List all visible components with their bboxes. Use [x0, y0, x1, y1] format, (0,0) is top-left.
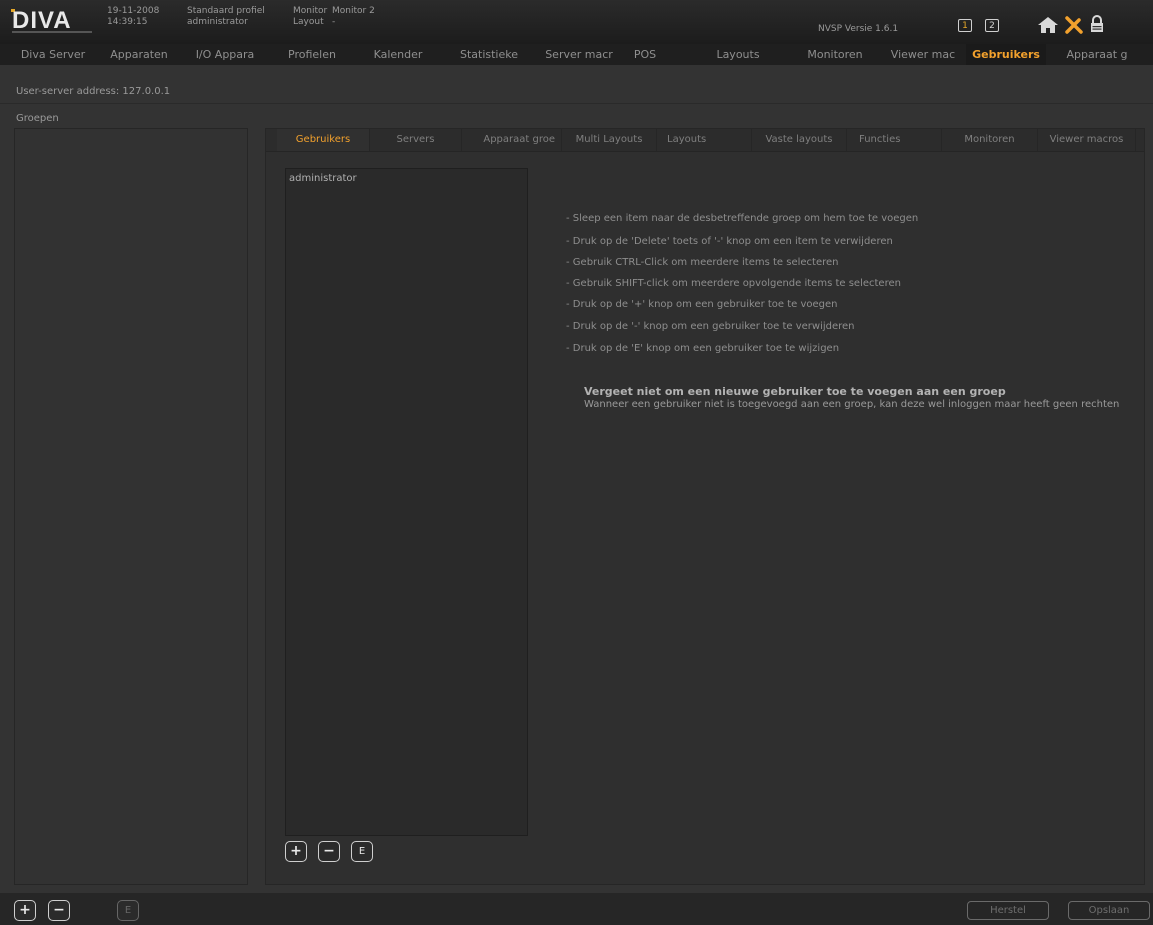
server-address: User-server address: 127.0.0.1 [16, 86, 171, 97]
subtab-monitoren[interactable]: Monitoren [942, 129, 1038, 151]
nav-tab-server-macros[interactable]: Server macr [536, 44, 622, 65]
remove-group-button[interactable]: − [48, 900, 70, 921]
add-user-button[interactable]: + [285, 841, 307, 862]
top-header: DIVA 19-11-2008 14:39:15 Standaard profi… [0, 0, 1153, 44]
instruction-line: - Druk op de 'E' knop om een gebruiker t… [566, 343, 840, 354]
opslaan-button[interactable]: Opslaan [1068, 901, 1150, 920]
remove-user-button[interactable]: − [318, 841, 340, 862]
nav-tab-diva-server[interactable]: Diva Server [8, 44, 98, 65]
nav-tab-pos[interactable]: POS [622, 44, 668, 65]
header-profile: Standaard profiel [187, 6, 265, 16]
diva-logo: DIVA [11, 7, 92, 34]
tools-icon[interactable] [1064, 15, 1084, 35]
instruction-line: - Gebruik SHIFT-click om meerdere opvolg… [566, 278, 901, 289]
subtab-functies[interactable]: Functies [847, 129, 942, 151]
lock-icon[interactable] [1090, 14, 1104, 34]
groups-label: Groepen [16, 113, 59, 124]
home-icon[interactable] [1036, 16, 1060, 34]
subtab-multi-layouts[interactable]: Multi Layouts [562, 129, 657, 151]
nav-tab-viewer-macros[interactable]: Viewer mac [880, 44, 966, 65]
subtab-gebruikers[interactable]: Gebruikers [277, 129, 370, 151]
list-item[interactable]: administrator [289, 173, 357, 184]
herstel-button[interactable]: Herstel [967, 901, 1049, 920]
instruction-line: - Gebruik CTRL-Click om meerdere items t… [566, 257, 839, 268]
note-title: Vergeet niet om een nieuwe gebruiker toe… [584, 385, 1006, 398]
header-layout-value: - [332, 17, 336, 27]
address-bar [0, 65, 1153, 104]
monitor-2-button[interactable]: 2 [985, 19, 999, 32]
nav-tab-profielen[interactable]: Profielen [270, 44, 354, 65]
nav-tab-statistieken[interactable]: Statistieke [442, 44, 536, 65]
header-time: 14:39:15 [107, 17, 148, 27]
groups-list[interactable] [14, 128, 248, 885]
instruction-line: - Druk op de '-' knop om een gebruiker t… [566, 321, 855, 332]
subtab-apparaat-groepen[interactable]: Apparaat groe [462, 129, 562, 151]
instruction-line: - Druk op de 'Delete' toets of '-' knop … [566, 236, 893, 247]
version-label: NVSP Versie 1.6.1 [818, 24, 899, 34]
note-text: Wanneer een gebruiker niet is toegevoegd… [584, 399, 1120, 410]
instruction-line: - Sleep een item naar de desbetreffende … [566, 213, 919, 224]
subtab-vaste-layouts[interactable]: Vaste layouts [752, 129, 847, 151]
header-layout-label: Layout [293, 17, 324, 27]
nav-tab-apparaat-groepen[interactable]: Apparaat g [1050, 44, 1144, 65]
header-date: 19-11-2008 [107, 6, 160, 16]
header-monitor-label: Monitor [293, 6, 328, 16]
nav-tab-gebruikers[interactable]: Gebruikers [966, 44, 1046, 65]
nav-tab-monitoren[interactable]: Monitoren [790, 44, 880, 65]
user-list[interactable] [285, 168, 528, 836]
header-monitor-value: Monitor 2 [332, 6, 375, 16]
nav-tab-io-apparaten[interactable]: I/O Appara [180, 44, 270, 65]
instruction-line: - Druk op de '+' knop om een gebruiker t… [566, 299, 838, 310]
nav-tab-layouts[interactable]: Layouts [700, 44, 776, 65]
logo-text: DIVA [12, 7, 72, 34]
header-user: administrator [187, 17, 248, 27]
edit-group-button[interactable]: E [117, 900, 139, 921]
subtab-servers[interactable]: Servers [370, 129, 462, 151]
monitor-1-button[interactable]: 1 [958, 19, 972, 32]
nav-tab-kalender[interactable]: Kalender [354, 44, 442, 65]
edit-user-button[interactable]: E [351, 841, 373, 862]
subtab-viewer-macros[interactable]: Viewer macros [1038, 129, 1136, 151]
add-group-button[interactable]: + [14, 900, 36, 921]
nav-tab-apparaten[interactable]: Apparaten [98, 44, 180, 65]
subtab-layouts[interactable]: Layouts [657, 129, 752, 151]
